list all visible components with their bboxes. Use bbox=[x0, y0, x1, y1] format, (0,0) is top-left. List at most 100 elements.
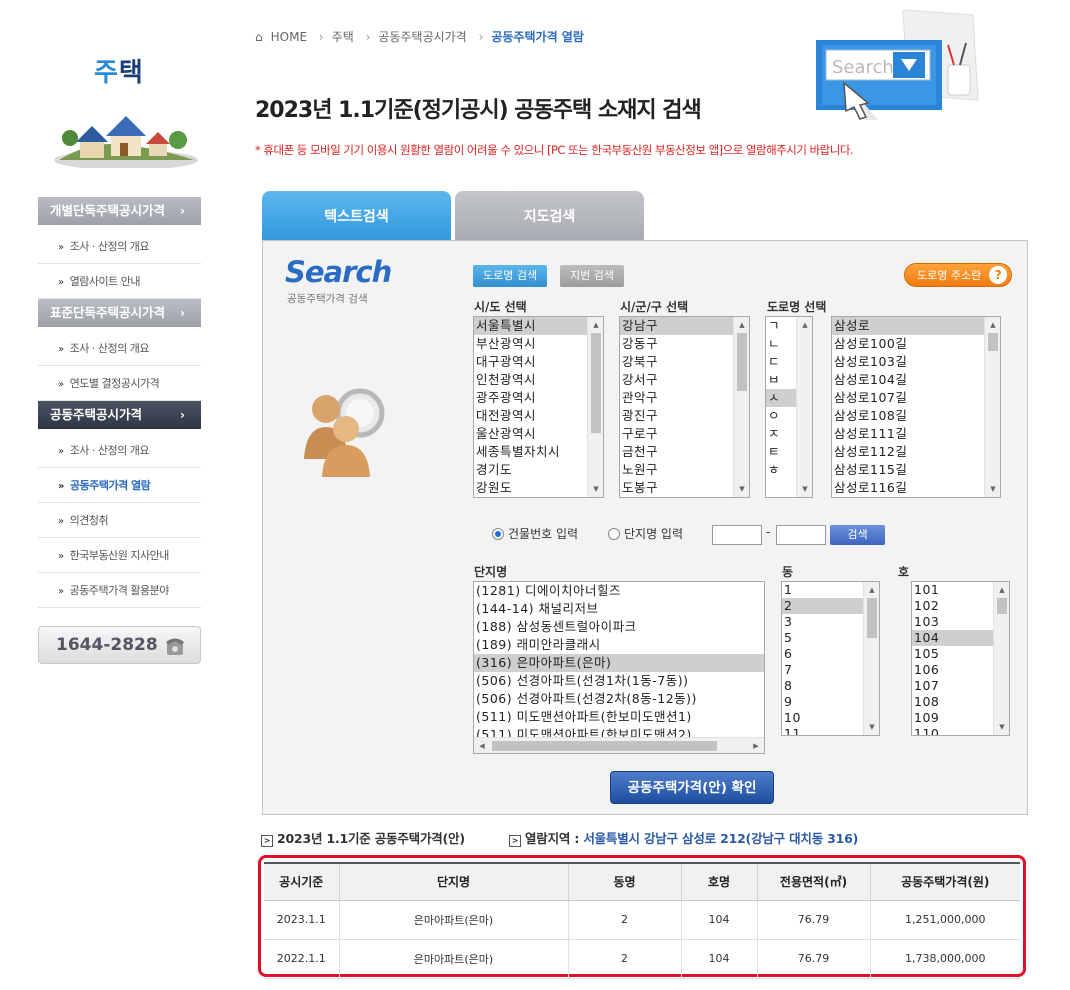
list-item[interactable]: 도봉구 bbox=[620, 479, 749, 497]
radio-building-number[interactable]: 건물번호 입력 bbox=[492, 525, 578, 542]
list-item[interactable]: (188) 삼성동센트럴아이파크 bbox=[474, 618, 764, 636]
menu-item-apartment-overview[interactable]: » 조사 · 산정의 개요 bbox=[38, 433, 201, 468]
list-item[interactable]: 삼성로104길 bbox=[832, 371, 1000, 389]
table-cell: 은마아파트(은마) bbox=[339, 900, 569, 940]
menu-item-standard-yearly[interactable]: » 연도별 결정공시가격 bbox=[38, 366, 201, 401]
ho-listbox[interactable]: 101 102 103 104 105 106 107 108 109 110 … bbox=[911, 581, 1010, 736]
side-menu: 개별단독주택공시가격 › » 조사 · 산정의 개요 » 열람사이트 안내 표준단독주… bbox=[38, 197, 201, 608]
breadcrumb-housing[interactable]: 주택 bbox=[332, 30, 354, 44]
menu-item-individual-sites[interactable]: » 열람사이트 안내 bbox=[38, 264, 201, 299]
list-item[interactable]: 구로구 bbox=[620, 425, 749, 443]
find-button[interactable]: 검색 bbox=[830, 525, 885, 545]
column-header: 단지명 bbox=[339, 862, 569, 901]
menu-item-individual-overview[interactable]: » 조사 · 산정의 개요 bbox=[38, 229, 201, 264]
sidebar-title: 주택 bbox=[94, 58, 144, 88]
table-cell: 2023.1.1 bbox=[264, 900, 340, 940]
home-icon[interactable]: ⌂ bbox=[255, 30, 263, 44]
list-item[interactable]: (511) 미도맨션아파트(한보미도맨션1) bbox=[474, 708, 764, 726]
radio-icon[interactable] bbox=[608, 528, 620, 540]
road-listbox[interactable]: 삼성로 삼성로100길 삼성로103길 삼성로104길 삼성로107길 삼성로1… bbox=[831, 316, 1001, 498]
list-item[interactable]: 삼성로 bbox=[832, 317, 1000, 335]
list-item[interactable]: 부산광역시 bbox=[474, 335, 603, 353]
consonant-listbox[interactable]: ㄱ ㄴ ㄷ ㅂ ㅅ ㅇ ㅈ ㅌ ㅎ ▲ ▼ bbox=[765, 316, 813, 498]
horizontal-scrollbar[interactable]: ◀ ▶ bbox=[474, 737, 764, 753]
phone-number: 1644-2828 bbox=[56, 635, 158, 655]
scrollbar[interactable]: ▲ ▼ bbox=[984, 317, 1000, 497]
list-item[interactable]: 인천광역시 bbox=[474, 371, 603, 389]
list-item[interactable]: 울산광역시 bbox=[474, 425, 603, 443]
result-table: 공시기준 단지명 동명 호명 전용면적(㎡) 공동주택가격(원) 2023.1.… bbox=[264, 862, 1020, 979]
menu-item-standard-overview[interactable]: » 조사 · 산정의 개요 bbox=[38, 331, 201, 366]
building-number-main-input[interactable] bbox=[712, 525, 762, 545]
list-item[interactable]: 삼성로103길 bbox=[832, 353, 1000, 371]
list-item[interactable]: 삼성로111길 bbox=[832, 425, 1000, 443]
list-item[interactable]: (506) 선경아파트(선경2차(8동-12동)) bbox=[474, 690, 764, 708]
list-item[interactable]: 세종특별자치시 bbox=[474, 443, 603, 461]
list-item[interactable]: 금천구 bbox=[620, 443, 749, 461]
breadcrumb-apartment-price[interactable]: 공동주택공시가격 bbox=[378, 30, 466, 44]
arrow-box-icon: > bbox=[261, 835, 273, 847]
complex-listbox[interactable]: (1281) 디에이치아너힐즈 (144-14) 채널리저브 (188) 삼성동… bbox=[473, 581, 765, 754]
table-cell: 104 bbox=[681, 900, 758, 940]
list-item[interactable]: 강원도 bbox=[474, 479, 603, 497]
confirm-price-button[interactable]: 공동주택가격(안) 확인 bbox=[610, 771, 774, 804]
list-item[interactable]: 강서구 bbox=[620, 371, 749, 389]
sigungu-listbox[interactable]: 강남구 강동구 강북구 강서구 관악구 광진구 구로구 금천구 노원구 도봉구 … bbox=[619, 316, 750, 498]
menu-head-standard[interactable]: 표준단독주택공시가격 › bbox=[38, 299, 201, 327]
table-cell: 2022.1.1 bbox=[264, 939, 340, 979]
sido-listbox[interactable]: 서울특별시 부산광역시 대구광역시 인천광역시 광주광역시 대전광역시 울산광역… bbox=[473, 316, 604, 498]
complex-label: 단지명 bbox=[474, 565, 508, 579]
breadcrumb-current: 공동주택가격 열람 bbox=[491, 30, 584, 44]
list-item[interactable]: 삼성로100길 bbox=[832, 335, 1000, 353]
menu-item-apartment-view[interactable]: » 공동주택가격 열람 bbox=[38, 468, 201, 503]
building-number-sub-input[interactable] bbox=[776, 525, 826, 545]
list-item[interactable]: 삼성로115길 bbox=[832, 461, 1000, 479]
tab-map-search[interactable]: 지도검색 bbox=[455, 191, 644, 241]
tab-text-search[interactable]: 텍스트검색 bbox=[262, 191, 451, 241]
column-header: 공동주택가격(원) bbox=[870, 862, 1020, 901]
list-item[interactable]: 삼성로112길 bbox=[832, 443, 1000, 461]
list-item[interactable]: 대전광역시 bbox=[474, 407, 603, 425]
list-item[interactable]: 강북구 bbox=[620, 353, 749, 371]
radio-icon-checked[interactable] bbox=[492, 528, 504, 540]
scrollbar[interactable]: ▲ ▼ bbox=[796, 317, 812, 497]
list-item[interactable]: 광진구 bbox=[620, 407, 749, 425]
list-item[interactable]: (506) 선경아파트(선경1차(1동-7동)) bbox=[474, 672, 764, 690]
road-address-help-button[interactable]: 도로명 주소란? bbox=[904, 263, 1013, 287]
house-illustration bbox=[54, 116, 198, 168]
scrollbar[interactable]: ▲ ▼ bbox=[587, 317, 603, 497]
scrollbar[interactable]: ▲ ▼ bbox=[993, 582, 1009, 735]
list-item[interactable]: 삼성로107길 bbox=[832, 389, 1000, 407]
radio-complex-name[interactable]: 단지명 입력 bbox=[608, 525, 683, 542]
list-item[interactable]: (316) 은마아파트(은마) bbox=[474, 654, 764, 672]
menu-head-individual[interactable]: 개별단독주택공시가격 › bbox=[38, 197, 201, 225]
list-item[interactable]: 삼성로116길 bbox=[832, 479, 1000, 497]
list-item[interactable]: 강남구 bbox=[620, 317, 749, 335]
list-item[interactable]: (144-14) 채널리저브 bbox=[474, 600, 764, 618]
list-item[interactable]: 대구광역시 bbox=[474, 353, 603, 371]
menu-item-apartment-branches[interactable]: » 한국부동산원 지사안내 bbox=[38, 538, 201, 573]
menu-item-apartment-usage[interactable]: » 공동주택가격 활용분야 bbox=[38, 573, 201, 608]
scrollbar[interactable]: ▲ ▼ bbox=[863, 582, 879, 735]
list-item[interactable]: 관악구 bbox=[620, 389, 749, 407]
scrollbar[interactable]: ▲ ▼ bbox=[733, 317, 749, 497]
list-item[interactable]: 광주광역시 bbox=[474, 389, 603, 407]
table-cell: 76.79 bbox=[757, 939, 871, 979]
list-item[interactable]: 경기도 bbox=[474, 461, 603, 479]
people-magnifier-icon bbox=[304, 388, 385, 477]
jibun-search-button[interactable]: 지번 검색 bbox=[560, 265, 624, 287]
dong-listbox[interactable]: 1 2 3 5 6 7 8 9 10 11 ▲ ▼ bbox=[781, 581, 880, 736]
menu-item-apartment-opinion[interactable]: » 의견청취 bbox=[38, 503, 201, 538]
list-item[interactable]: 강동구 bbox=[620, 335, 749, 353]
list-item[interactable]: (189) 래미안라클래시 bbox=[474, 636, 764, 654]
breadcrumb-home[interactable]: HOME bbox=[271, 30, 307, 44]
list-item[interactable]: (1281) 디에이치아너힐즈 bbox=[474, 582, 764, 600]
list-item[interactable]: 서울특별시 bbox=[474, 317, 603, 335]
road-search-button[interactable]: 도로명 검색 bbox=[473, 265, 548, 287]
result-region: > 열람지역 : 서울특별시 강남구 삼성로 212(강남구 대치동 316) bbox=[509, 828, 858, 847]
list-item[interactable]: 삼성로108길 bbox=[832, 407, 1000, 425]
menu-head-apartment[interactable]: 공동주택공시가격 › bbox=[38, 401, 201, 429]
table-cell: 104 bbox=[681, 939, 758, 979]
search-illustration: Search bbox=[816, 9, 979, 120]
list-item[interactable]: 노원구 bbox=[620, 461, 749, 479]
